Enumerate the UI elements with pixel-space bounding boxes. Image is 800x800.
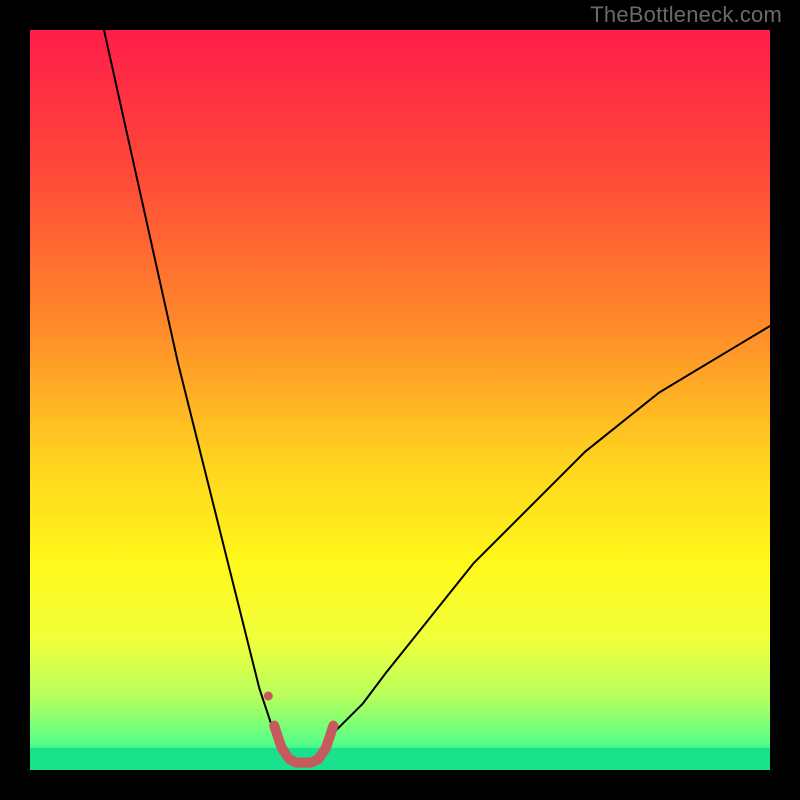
chart-svg [30,30,770,770]
chart-frame: TheBottleneck.com [0,0,800,800]
watermark-text: TheBottleneck.com [590,2,782,28]
marker-left-dot [264,692,273,701]
gradient-rect [30,30,770,770]
marker-group [264,692,273,701]
plot-area [30,30,770,770]
green-band [30,748,770,770]
